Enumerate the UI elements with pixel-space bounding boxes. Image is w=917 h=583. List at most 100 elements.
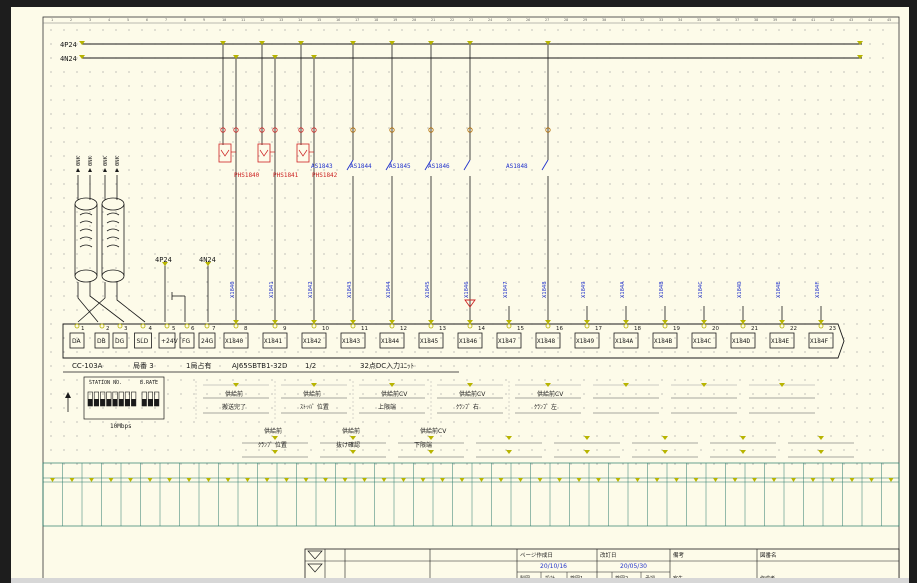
grid-dot <box>141 351 143 353</box>
grid-dot <box>271 421 273 423</box>
revised-label: 改訂日 <box>600 551 617 559</box>
grid-dot <box>76 393 78 395</box>
terminal-cell-label: DB <box>97 338 106 345</box>
grid-dot <box>544 85 546 87</box>
grid-dot <box>89 449 91 451</box>
terminal-screw <box>272 323 278 329</box>
grid-dot <box>726 71 728 73</box>
grid-dot <box>622 309 624 311</box>
grid-dot <box>76 421 78 423</box>
grid-dot <box>739 127 741 129</box>
grid-dot <box>115 295 117 297</box>
terminal-cell-label: SLD <box>137 338 149 345</box>
grid-dot <box>297 449 299 451</box>
grid-dot <box>336 211 338 213</box>
breaker-symbol <box>259 149 269 157</box>
grid-dot <box>882 29 884 31</box>
grid-dot <box>440 225 442 227</box>
grid-dot <box>674 141 676 143</box>
grid-dot <box>856 421 858 423</box>
grid-dot <box>661 71 663 73</box>
grid-dot <box>167 85 169 87</box>
grid-dot <box>128 211 130 213</box>
grid-dot <box>128 239 130 241</box>
grid-dot <box>154 113 156 115</box>
grid-dot <box>271 99 273 101</box>
grid-dot <box>830 71 832 73</box>
grid-dot <box>232 113 234 115</box>
grid-dot <box>271 253 273 255</box>
grid-dot <box>518 365 520 367</box>
grid-dot <box>76 71 78 73</box>
ruler-number: 17 <box>355 18 359 22</box>
ruler-number: 42 <box>830 18 834 22</box>
grid-dot <box>635 295 637 297</box>
grid-dot <box>154 29 156 31</box>
grid-dot <box>76 99 78 101</box>
terminal-number: 17 <box>595 326 602 332</box>
terminal-screw <box>389 323 395 329</box>
grid-dot <box>869 407 871 409</box>
grid-dot <box>505 29 507 31</box>
grid-dot <box>843 323 845 325</box>
grid-dot <box>687 85 689 87</box>
desc-line-b: ｽﾄｯﾊﾟ 位置 <box>300 403 329 411</box>
grid-dot <box>583 309 585 311</box>
grid-dot <box>804 281 806 283</box>
breaker-icon <box>218 143 232 163</box>
terminal-screw <box>140 323 146 329</box>
grid-dot <box>531 281 533 283</box>
grid-dot <box>102 267 104 269</box>
grid-dot <box>219 463 221 465</box>
grid-dot <box>648 309 650 311</box>
grid-dot <box>804 71 806 73</box>
switch-label: AS1844 <box>350 163 372 170</box>
grid-dot <box>752 295 754 297</box>
grid-dot <box>362 197 364 199</box>
grid-dot <box>804 141 806 143</box>
grid-dot <box>193 29 195 31</box>
terminal-cell-label: X1844 <box>381 338 399 345</box>
grid-dot <box>128 365 130 367</box>
terminal-marker <box>623 320 629 324</box>
grid-dot <box>596 393 598 395</box>
grid-dot <box>206 113 208 115</box>
grid-dot <box>154 71 156 73</box>
grid-dot <box>765 267 767 269</box>
grid-dot <box>375 197 377 199</box>
grid-dot <box>310 309 312 311</box>
grid-dot <box>466 99 468 101</box>
grid-dot <box>466 225 468 227</box>
grid-dot <box>869 253 871 255</box>
grid-dot <box>297 211 299 213</box>
grid-dot <box>661 379 663 381</box>
grid-dot <box>453 113 455 115</box>
grid-dot <box>713 449 715 451</box>
grid-dot <box>479 365 481 367</box>
grid-dot <box>843 309 845 311</box>
grid-dot <box>869 379 871 381</box>
horizontal-scrollbar[interactable] <box>11 578 909 583</box>
grid-dot <box>674 253 676 255</box>
grid-dot <box>284 309 286 311</box>
grid-dot <box>752 365 754 367</box>
grid-dot <box>167 239 169 241</box>
grid-dot <box>232 71 234 73</box>
terminal-screw <box>623 323 629 329</box>
grid-dot <box>193 239 195 241</box>
grid-dot <box>817 155 819 157</box>
grid-dot <box>297 127 299 129</box>
grid-dot <box>141 211 143 213</box>
terminal-number: 2 <box>106 326 110 332</box>
grid-dot <box>245 29 247 31</box>
grid-dot <box>193 141 195 143</box>
grid-dot <box>453 435 455 437</box>
grid-dot <box>323 309 325 311</box>
grid-dot <box>271 463 273 465</box>
grid-dot <box>362 85 364 87</box>
grid-dot <box>791 155 793 157</box>
grid-dot <box>258 211 260 213</box>
grid-dot <box>869 449 871 451</box>
grid-dot <box>245 435 247 437</box>
grid-dot <box>518 295 520 297</box>
